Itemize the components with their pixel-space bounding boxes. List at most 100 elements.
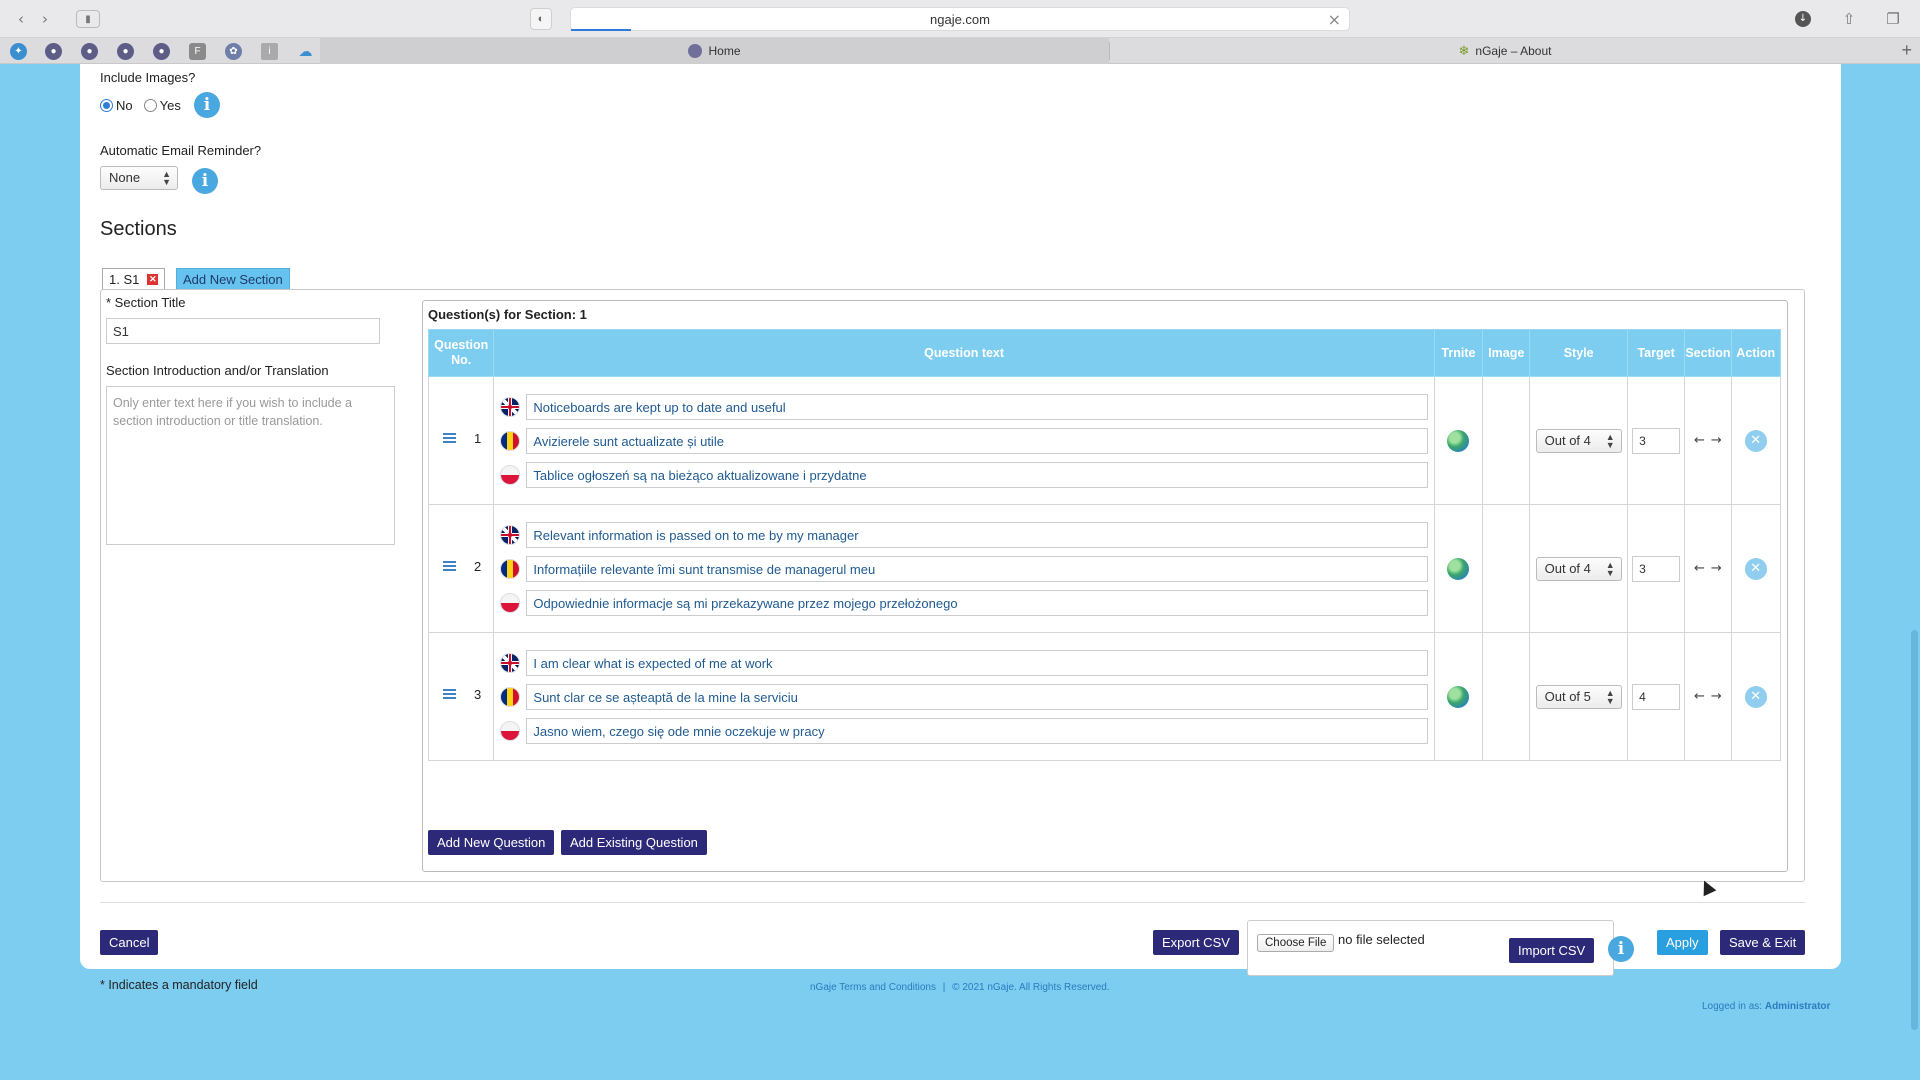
- move-right-arrow-icon[interactable]: →: [1711, 689, 1722, 704]
- export-csv-button[interactable]: Export CSV: [1153, 930, 1239, 955]
- style-cell: Out of 4 ▲ ▼: [1529, 376, 1628, 505]
- terms-link[interactable]: nGaje Terms and Conditions: [810, 982, 936, 993]
- email-reminder-label: Automatic Email Reminder?: [100, 143, 262, 158]
- include-images-yes-radio[interactable]: [143, 99, 157, 112]
- clear-url-icon[interactable]: ×: [1328, 10, 1341, 29]
- include-images-info-icon[interactable]: i: [194, 92, 220, 118]
- image-cell: [1482, 376, 1531, 505]
- import-csv-button[interactable]: Import CSV: [1509, 938, 1595, 963]
- question-text-ro-input[interactable]: Informațiile relevante îmi sunt transmis…: [526, 555, 1428, 582]
- question-text-en-input[interactable]: Noticeboards are kept up to date and use…: [526, 393, 1428, 420]
- bookmark-icon-8[interactable]: i: [261, 43, 278, 60]
- about-tab-favicon-icon: ❄: [1458, 43, 1470, 58]
- copyright-text: © 2021 nGaje. All Rights Reserved.: [952, 982, 1110, 993]
- delete-question-icon[interactable]: ✕: [1744, 685, 1767, 708]
- style-select[interactable]: Out of 4 ▲ ▼: [1535, 556, 1622, 581]
- drag-handle-icon[interactable]: [443, 689, 456, 699]
- question-text-ro-input[interactable]: Avizierele sunt actualizate și utile: [526, 427, 1428, 454]
- forward-icon[interactable]: ›: [34, 8, 56, 30]
- tabs-overview-icon[interactable]: ❐: [1882, 8, 1904, 30]
- back-icon[interactable]: ‹: [10, 8, 32, 30]
- bookmark-icon-1[interactable]: ✦: [10, 43, 27, 60]
- url-text: ngaje.com: [930, 12, 990, 27]
- bookmark-icon-7[interactable]: ✿: [225, 43, 242, 60]
- image-cell: [1482, 632, 1531, 761]
- move-left-arrow-icon[interactable]: ←: [1694, 561, 1705, 576]
- uk-flag-icon: [500, 396, 521, 417]
- bookmark-icon-3[interactable]: ●: [81, 43, 98, 60]
- target-input[interactable]: 3: [1632, 427, 1681, 454]
- include-images-no-radio[interactable]: [100, 99, 113, 112]
- table-row: 1 Noticeboards are kept up to date and u…: [427, 376, 1781, 505]
- delete-question-icon[interactable]: ✕: [1744, 429, 1767, 452]
- style-value: Out of 5: [1544, 688, 1591, 704]
- apply-button[interactable]: Apply: [1657, 930, 1708, 955]
- style-select[interactable]: Out of 5 ▲ ▼: [1535, 684, 1622, 709]
- drag-handle-icon[interactable]: [443, 433, 456, 443]
- new-tab-icon[interactable]: +: [1901, 40, 1912, 61]
- bookmark-icon-4[interactable]: ●: [117, 43, 134, 60]
- question-number: 1: [474, 431, 482, 446]
- include-images-label: Include Images?: [100, 70, 196, 85]
- question-text-cell: Noticeboards are kept up to date and use…: [493, 376, 1435, 505]
- drag-handle-icon[interactable]: [443, 561, 456, 571]
- footer-links: nGaje Terms and Conditions | © 2021 nGaj…: [810, 982, 1110, 993]
- delete-section-icon[interactable]: ✕: [147, 274, 159, 285]
- delete-question-icon[interactable]: ✕: [1744, 557, 1767, 580]
- email-reminder-info-icon[interactable]: i: [192, 168, 218, 194]
- questions-table: Question No. Question text Trnite Image S…: [427, 329, 1781, 761]
- romania-flag-icon: [500, 686, 521, 707]
- tab-home-label: Home: [708, 44, 741, 58]
- bookmark-cloud-icon[interactable]: ☁: [297, 43, 314, 60]
- question-text-pl-input[interactable]: Jasno wiem, czego się ode mnie oczekuje …: [526, 717, 1428, 744]
- choose-file-button[interactable]: Choose File: [1257, 934, 1335, 952]
- save-and-exit-button[interactable]: Save & Exit: [1720, 930, 1806, 955]
- share-icon[interactable]: ⇧: [1838, 8, 1860, 30]
- address-bar[interactable]: ngaje.com ×: [570, 7, 1350, 31]
- logged-in-user[interactable]: Administrator: [1765, 1001, 1831, 1012]
- question-text-en-input[interactable]: I am clear what is expected of me at wor…: [526, 649, 1428, 676]
- move-right-arrow-icon[interactable]: →: [1711, 561, 1722, 576]
- bookmark-f-icon[interactable]: F: [189, 43, 206, 60]
- translate-globe-icon[interactable]: [1447, 557, 1470, 580]
- tab-about[interactable]: ❄ nGaje – About: [1110, 38, 1900, 64]
- page-scrollbar[interactable]: [1911, 630, 1918, 1030]
- section-intro-textarea[interactable]: Only enter text here if you wish to incl…: [106, 386, 395, 545]
- cancel-button[interactable]: Cancel: [100, 930, 159, 955]
- tab-home[interactable]: Home: [320, 38, 1109, 64]
- move-left-arrow-icon[interactable]: ←: [1694, 689, 1705, 704]
- section-title-input[interactable]: S1: [106, 318, 380, 344]
- poland-flag-icon: [500, 720, 521, 741]
- move-right-arrow-icon[interactable]: →: [1711, 433, 1722, 448]
- poland-flag-icon: [500, 592, 521, 613]
- include-images-no-label: No: [116, 98, 133, 113]
- section-tab-s1[interactable]: 1. S1 ✕: [102, 268, 166, 290]
- bookmark-icon-5[interactable]: ●: [153, 43, 170, 60]
- translate-globe-icon[interactable]: [1447, 685, 1470, 708]
- question-text-pl-input[interactable]: Tablice ogłoszeń są na bieżąco aktualizo…: [526, 461, 1428, 488]
- downloads-icon[interactable]: ↓: [1792, 8, 1814, 30]
- question-text-pl-input[interactable]: Odpowiednie informacje są mi przekazywan…: [526, 589, 1428, 616]
- question-text-ro-input[interactable]: Sunt clar ce se așteaptă de la mine la s…: [526, 683, 1428, 710]
- move-left-arrow-icon[interactable]: ←: [1694, 433, 1705, 448]
- action-cell: ✕: [1730, 504, 1781, 633]
- target-cell: 4: [1626, 632, 1686, 761]
- add-existing-question-button[interactable]: Add Existing Question: [561, 830, 707, 855]
- poland-flag-icon: [500, 464, 521, 485]
- bookmark-icon-2[interactable]: ●: [45, 43, 62, 60]
- tab-about-label: nGaje – About: [1475, 44, 1552, 58]
- import-csv-info-icon[interactable]: i: [1608, 936, 1634, 962]
- target-input[interactable]: 3: [1632, 555, 1681, 582]
- translate-globe-icon[interactable]: [1447, 429, 1470, 452]
- tab-bar: ✦ ● ● ● ● F ✿ i ☁ Home ❄ nGaje – About +: [0, 38, 1920, 64]
- add-new-section-button[interactable]: Add New Section: [176, 268, 290, 290]
- add-new-question-button[interactable]: Add New Question: [428, 830, 555, 855]
- privacy-shield-icon[interactable]: ◐: [530, 8, 552, 30]
- email-reminder-select[interactable]: None ▲ ▼: [100, 166, 178, 190]
- uk-flag-icon: [500, 652, 521, 673]
- style-select[interactable]: Out of 4 ▲ ▼: [1535, 428, 1622, 453]
- question-number: 3: [474, 687, 482, 702]
- question-text-en-input[interactable]: Relevant information is passed on to me …: [526, 521, 1428, 548]
- target-input[interactable]: 4: [1632, 683, 1681, 710]
- sidebar-toggle-icon[interactable]: ▮: [76, 10, 100, 28]
